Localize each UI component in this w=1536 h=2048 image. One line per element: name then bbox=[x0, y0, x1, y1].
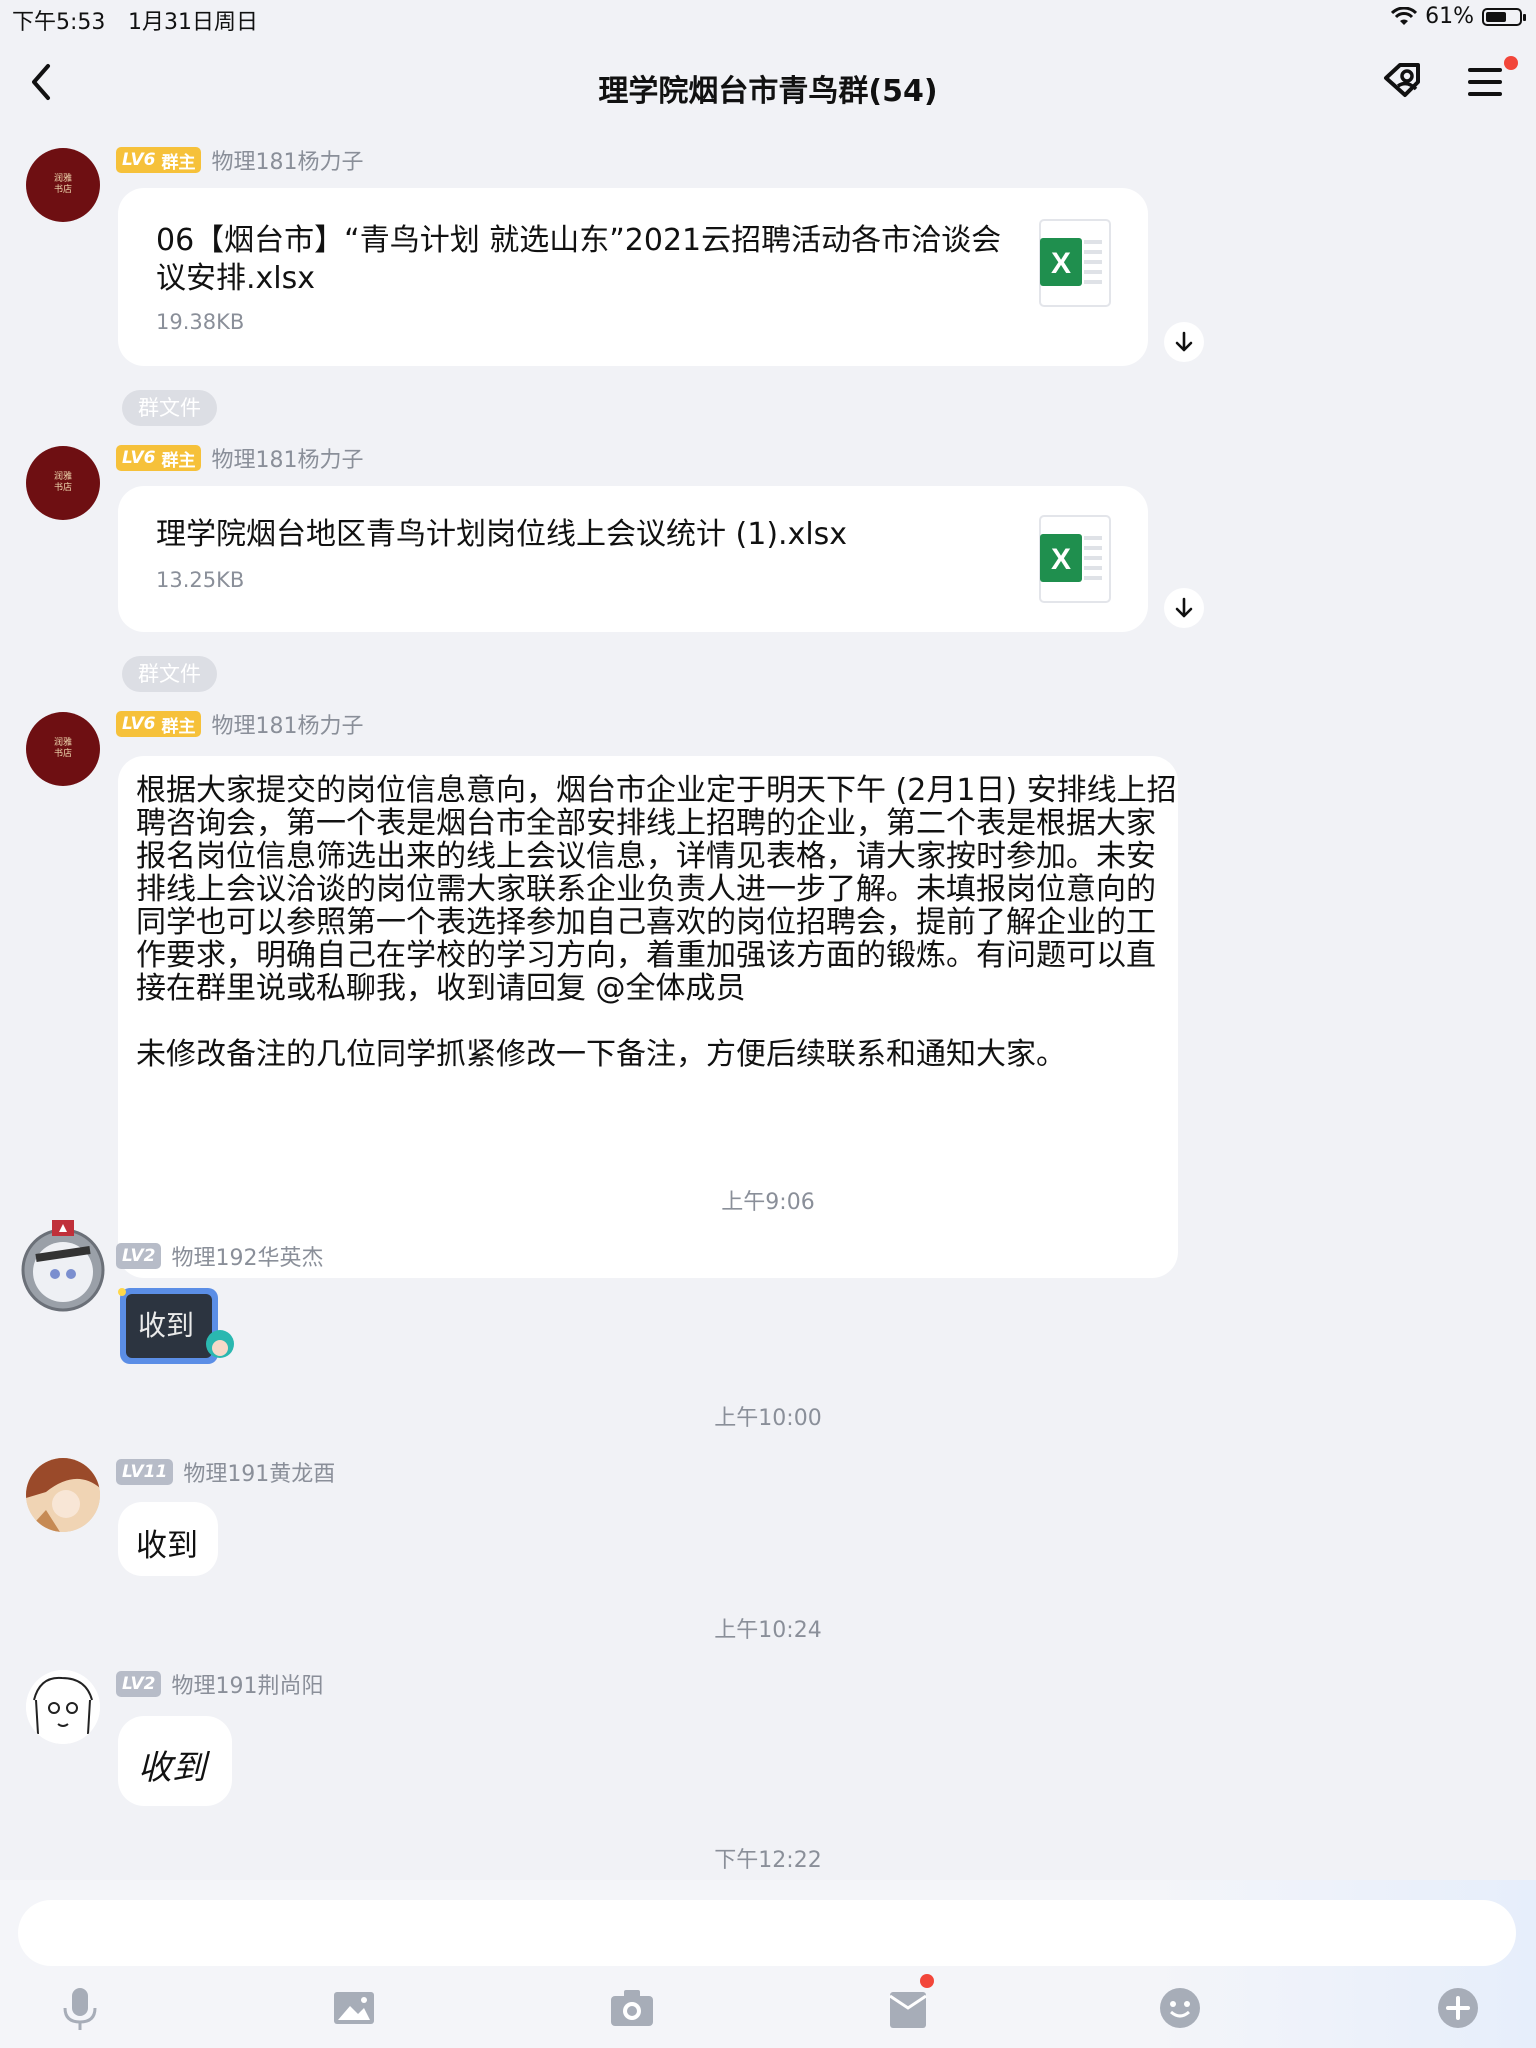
red-packet-icon bbox=[889, 1992, 927, 2028]
level-badge: LV6 群主 bbox=[116, 711, 202, 737]
contact-share-button[interactable] bbox=[1378, 56, 1428, 106]
handwritten-message[interactable]: 收到 bbox=[118, 1716, 232, 1806]
sender-line: LV2 物理191荆尚阳 bbox=[116, 1668, 323, 1700]
anime-avatar-image bbox=[26, 1458, 100, 1532]
download-icon bbox=[1175, 331, 1193, 352]
battery-tip bbox=[1523, 13, 1526, 21]
level-badge: LV6 群主 bbox=[116, 147, 202, 173]
message-timestamp: 上午10:24 bbox=[714, 1618, 822, 1643]
page-title: 理学院烟台市青鸟群(54) bbox=[598, 74, 938, 109]
camera-button[interactable] bbox=[604, 1980, 660, 2036]
sketch-avatar-image bbox=[26, 1670, 100, 1744]
group-file-tag[interactable]: 群文件 bbox=[122, 390, 217, 426]
sender-line: LV6 群主 物理181杨力子 bbox=[116, 708, 363, 740]
message-text: 根据大家提交的岗位信息意向，烟台市企业定于明天下午 (2月1日) 安排线上招聘咨… bbox=[136, 773, 1177, 1072]
voice-button[interactable] bbox=[52, 1980, 108, 2036]
file-name: 06【烟台市】“青鸟计划 就选山东”2021云招聘活动各市洽谈会议安排.xlsx bbox=[156, 223, 1002, 296]
file-size: 19.38KB bbox=[156, 310, 245, 334]
sender-line: LV6 群主 物理181杨力子 bbox=[116, 144, 363, 176]
plus-icon bbox=[1438, 1988, 1478, 2028]
sender-name[interactable]: 物理181杨力子 bbox=[211, 442, 363, 474]
file-message[interactable]: 06【烟台市】“青鸟计划 就选山东”2021云招聘活动各市洽谈会议安排.xlsx… bbox=[118, 188, 1148, 366]
download-icon bbox=[1175, 597, 1193, 618]
sender-name[interactable]: 物理181杨力子 bbox=[211, 144, 363, 176]
message-text: 收到 bbox=[136, 1528, 198, 1564]
message-list[interactable]: 润雅 书店 LV6 群主 物理181杨力子 06【烟台市】“青鸟计划 就选山东”2… bbox=[0, 128, 1536, 1880]
sender-line: LV2 物理192华英杰 bbox=[116, 1240, 323, 1272]
sender-name[interactable]: 物理191荆尚阳 bbox=[171, 1668, 323, 1700]
wifi-icon bbox=[1391, 6, 1418, 25]
sender-line: LV11 物理191黄龙酉 bbox=[116, 1456, 335, 1488]
excel-file-icon: X bbox=[1038, 514, 1112, 604]
chat-screen: 下午5:53 1月31日周日 61% 理学院烟台市青鸟群(54) 润雅 书店 L… bbox=[0, 0, 1536, 2048]
sticker-text: 收到 bbox=[138, 1309, 195, 1342]
level-badge: LV6 群主 bbox=[116, 445, 202, 471]
avatar[interactable] bbox=[16, 1218, 110, 1318]
image-icon bbox=[334, 1992, 374, 2024]
sticker-message[interactable]: 收到 bbox=[116, 1282, 240, 1372]
download-button[interactable] bbox=[1164, 322, 1204, 362]
anime-avatar-image bbox=[21, 1220, 105, 1312]
battery-percent: 61% bbox=[1425, 4, 1474, 29]
battery-level bbox=[1486, 11, 1506, 22]
avatar[interactable] bbox=[26, 1670, 100, 1744]
contact-share-icon bbox=[1384, 63, 1420, 97]
notification-dot bbox=[1504, 56, 1518, 70]
avatar-logo: 润雅 书店 bbox=[53, 472, 72, 493]
level-badge: LV2 bbox=[116, 1243, 162, 1269]
chat-header: 理学院烟台市青鸟群(54) bbox=[0, 36, 1536, 128]
message-timestamp: 下午12:22 bbox=[714, 1848, 822, 1873]
battery-icon bbox=[1482, 7, 1526, 26]
sender-name[interactable]: 物理181杨力子 bbox=[211, 708, 363, 740]
red-packet-button[interactable] bbox=[880, 1974, 936, 2036]
microphone-icon bbox=[63, 1988, 97, 2030]
level-badge: LV2 bbox=[116, 1671, 162, 1697]
avatar[interactable]: 润雅 书店 bbox=[26, 148, 100, 222]
camera-icon bbox=[611, 1990, 653, 2026]
menu-button[interactable] bbox=[1462, 56, 1518, 106]
avatar[interactable]: 润雅 书店 bbox=[26, 446, 100, 520]
status-time: 下午5:53 bbox=[12, 10, 106, 35]
download-button[interactable] bbox=[1164, 588, 1204, 628]
sender-name[interactable]: 物理192华英杰 bbox=[171, 1240, 323, 1272]
text-message[interactable]: 收到 bbox=[118, 1502, 218, 1576]
message-input[interactable] bbox=[18, 1900, 1516, 1966]
file-message[interactable]: 理学院烟台地区青鸟计划岗位线上会议统计 (1).xlsx 13.25KB X bbox=[118, 486, 1148, 632]
status-indicators: 61% bbox=[1391, 4, 1526, 29]
input-area bbox=[0, 1880, 1536, 2048]
notification-dot bbox=[920, 1974, 934, 1988]
emoji-icon bbox=[1160, 1988, 1200, 2028]
message-timestamp: 上午9:06 bbox=[721, 1190, 815, 1215]
image-button[interactable] bbox=[326, 1980, 382, 2036]
input-toolbar bbox=[0, 1974, 1536, 2040]
sender-name[interactable]: 物理191黄龙酉 bbox=[183, 1456, 335, 1488]
excel-file-icon: X bbox=[1038, 218, 1112, 308]
avatar[interactable] bbox=[26, 1458, 100, 1532]
file-name: 理学院烟台地区青鸟计划岗位线上会议统计 (1).xlsx bbox=[156, 517, 848, 552]
svg-text:X: X bbox=[1051, 247, 1071, 280]
more-button[interactable] bbox=[1430, 1980, 1486, 2036]
status-bar: 下午5:53 1月31日周日 61% bbox=[0, 0, 1536, 36]
svg-text:X: X bbox=[1051, 543, 1071, 576]
group-file-tag[interactable]: 群文件 bbox=[122, 656, 217, 692]
avatar[interactable]: 润雅 书店 bbox=[26, 712, 100, 786]
avatar-logo: 润雅 书店 bbox=[53, 174, 72, 195]
level-badge: LV11 bbox=[116, 1459, 174, 1485]
message-timestamp: 上午10:00 bbox=[714, 1406, 822, 1431]
status-date: 1月31日周日 bbox=[128, 10, 258, 35]
header-actions bbox=[1378, 56, 1518, 106]
file-size: 13.25KB bbox=[156, 568, 245, 592]
handwritten-text: 收到 bbox=[138, 1748, 206, 1788]
avatar-logo: 润雅 书店 bbox=[53, 738, 72, 759]
sender-line: LV6 群主 物理181杨力子 bbox=[116, 442, 363, 474]
emoji-button[interactable] bbox=[1152, 1980, 1208, 2036]
